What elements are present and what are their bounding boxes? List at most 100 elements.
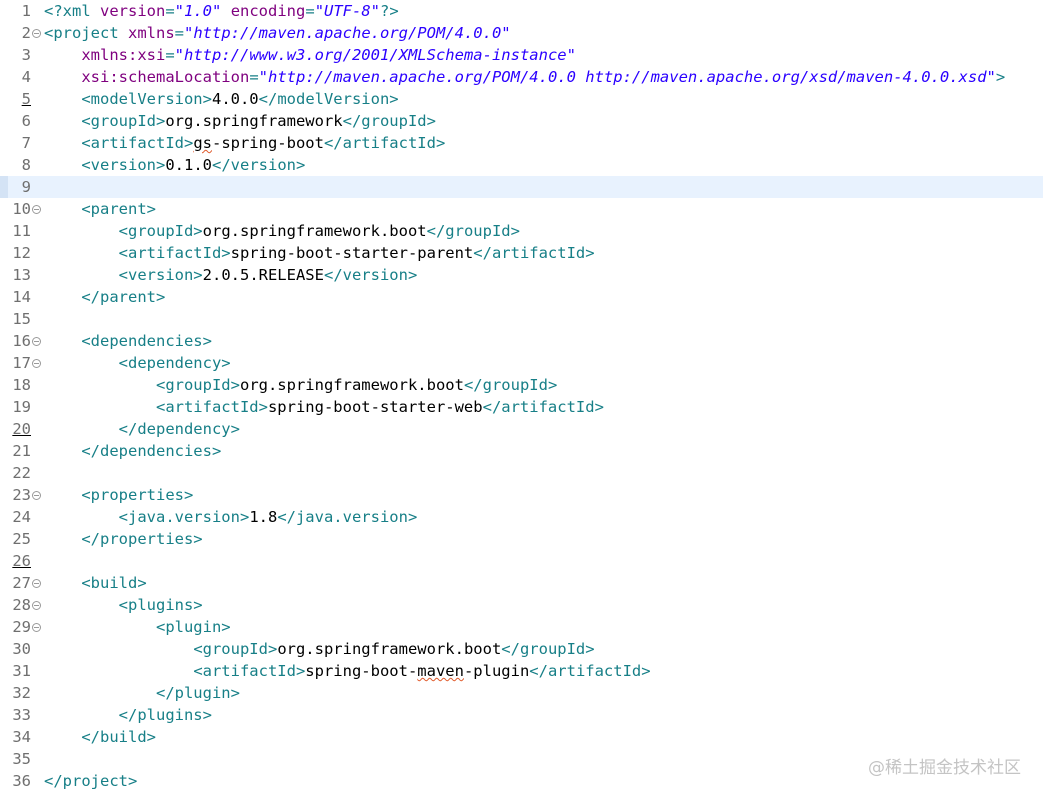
fold-toggle-icon[interactable]	[32, 623, 41, 632]
fold-toggle-icon[interactable]	[32, 337, 41, 346]
fold-toggle-icon[interactable]	[32, 601, 41, 610]
code-token: =	[305, 2, 315, 20]
code-line[interactable]: 7 <artifactId>gs-spring-boot</artifactId…	[0, 132, 1043, 154]
line-number: 31	[12, 662, 31, 680]
code-editor[interactable]: 1 <?xml version="1.0" encoding="UTF-8"?> 2…	[0, 0, 1043, 800]
code-line[interactable]: 2 <project xmlns="http://maven.apache.org…	[0, 22, 1043, 44]
code-token: </version>	[212, 156, 306, 174]
code-token: <groupId>	[155, 376, 240, 394]
line-number: 16	[12, 332, 31, 350]
code-text: <version>0.1.0</version>	[44, 154, 305, 176]
code-line[interactable]: 17 <dependency>	[0, 352, 1043, 374]
code-token: <?xml	[44, 2, 100, 20]
code-text: </parent>	[44, 286, 165, 308]
code-line[interactable]: 14 </parent>	[0, 286, 1043, 308]
code-line[interactable]: 3 xmlns:xsi="http://www.w3.org/2001/XMLS…	[0, 44, 1043, 66]
code-line[interactable]: 5 <modelVersion>4.0.0</modelVersion>	[0, 88, 1043, 110]
line-number: 28	[12, 596, 31, 614]
code-token: <plugin>	[155, 618, 231, 636]
code-text: xsi:schemaLocation="http://maven.apache.…	[44, 66, 1005, 88]
code-token: =	[174, 24, 185, 42]
code-line[interactable]: 23 <properties>	[0, 484, 1043, 506]
fold-toggle-icon[interactable]	[32, 29, 41, 38]
code-token: </artifactId>	[473, 244, 595, 262]
code-token: org.springframework	[165, 112, 343, 130]
code-text: <properties>	[44, 484, 193, 506]
code-token: </parent>	[81, 288, 166, 306]
line-number: 3	[21, 46, 31, 64]
fold-toggle-icon[interactable]	[32, 491, 41, 500]
code-text: <java.version>1.8</java.version>	[44, 506, 418, 528]
code-line[interactable]: 32 </plugin>	[0, 682, 1043, 704]
code-text: <project xmlns="http://maven.apache.org/…	[44, 22, 511, 44]
code-line[interactable]: 8 <version>0.1.0</version>	[0, 154, 1043, 176]
code-token: 1.8	[249, 508, 278, 526]
code-line[interactable]: 16 <dependencies>	[0, 330, 1043, 352]
watermark: @稀土掘金技术社区	[868, 758, 1021, 778]
code-line[interactable]: 31 <artifactId>spring-boot-maven-plugin<…	[0, 660, 1043, 682]
code-text: <?xml version="1.0" encoding="UTF-8"?>	[44, 0, 399, 22]
code-token: </modelVersion>	[258, 90, 399, 108]
code-line[interactable]: 26	[0, 550, 1043, 572]
code-line[interactable]: 18 <groupId>org.springframework.boot</gr…	[0, 374, 1043, 396]
fold-toggle-icon[interactable]	[32, 579, 41, 588]
code-token: "UTF-8"	[314, 2, 381, 20]
code-line[interactable]: 1 <?xml version="1.0" encoding="UTF-8"?>	[0, 0, 1043, 22]
line-number: 35	[12, 750, 31, 768]
code-text: </dependencies>	[44, 440, 221, 462]
code-text: </plugin>	[44, 682, 240, 704]
code-token: </project>	[44, 772, 138, 790]
code-token: "http://www.w3.org/2001/XMLSchema-instan…	[174, 46, 576, 64]
code-text: </build>	[44, 726, 156, 748]
code-token: -spring-boot	[211, 134, 324, 152]
code-line[interactable]: 29 <plugin>	[0, 616, 1043, 638]
code-line[interactable]: 9	[0, 176, 1043, 198]
line-number: 26	[12, 552, 31, 570]
code-token: spring-boot-	[305, 662, 418, 680]
code-line[interactable]: 25 </properties>	[0, 528, 1043, 550]
code-line[interactable]: 6 <groupId>org.springframework</groupId>	[0, 110, 1043, 132]
code-line[interactable]: 19 <artifactId>spring-boot-starter-web</…	[0, 396, 1043, 418]
code-token: <artifactId>	[81, 134, 194, 152]
code-line[interactable]: 33 </plugins>	[0, 704, 1043, 726]
code-line[interactable]: 27 <build>	[0, 572, 1043, 594]
code-line[interactable]: 21 </dependencies>	[0, 440, 1043, 462]
code-text: <dependencies>	[44, 330, 212, 352]
code-line[interactable]: 11 <groupId>org.springframework.boot</gr…	[0, 220, 1043, 242]
line-number: 19	[12, 398, 31, 416]
code-text: <groupId>org.springframework.boot</group…	[44, 220, 520, 242]
code-text: </plugins>	[44, 704, 212, 726]
line-number: 36	[12, 772, 31, 790]
code-line[interactable]: 30 <groupId>org.springframework.boot</gr…	[0, 638, 1043, 660]
code-token: <version>	[118, 266, 203, 284]
fold-toggle-icon[interactable]	[32, 205, 41, 214]
fold-toggle-icon[interactable]	[32, 359, 41, 368]
code-line[interactable]: 20 </dependency>	[0, 418, 1043, 440]
code-line[interactable]: 13 <version>2.0.5.RELEASE</version>	[0, 264, 1043, 286]
code-line[interactable]: 24 <java.version>1.8</java.version>	[0, 506, 1043, 528]
code-token: <java.version>	[118, 508, 250, 526]
code-line[interactable]: 12 <artifactId>spring-boot-starter-paren…	[0, 242, 1043, 264]
code-line[interactable]: 4 xsi:schemaLocation="http://maven.apach…	[0, 66, 1043, 88]
code-line[interactable]: 34 </build>	[0, 726, 1043, 748]
code-line[interactable]: 22	[0, 462, 1043, 484]
code-line[interactable]: 28 <plugins>	[0, 594, 1043, 616]
line-number: 7	[21, 134, 31, 152]
code-line[interactable]: 15	[0, 308, 1043, 330]
line-number: 11	[12, 222, 31, 240]
code-text: <groupId>org.springframework.boot</group…	[44, 374, 557, 396]
code-line[interactable]: 10 <parent>	[0, 198, 1043, 220]
